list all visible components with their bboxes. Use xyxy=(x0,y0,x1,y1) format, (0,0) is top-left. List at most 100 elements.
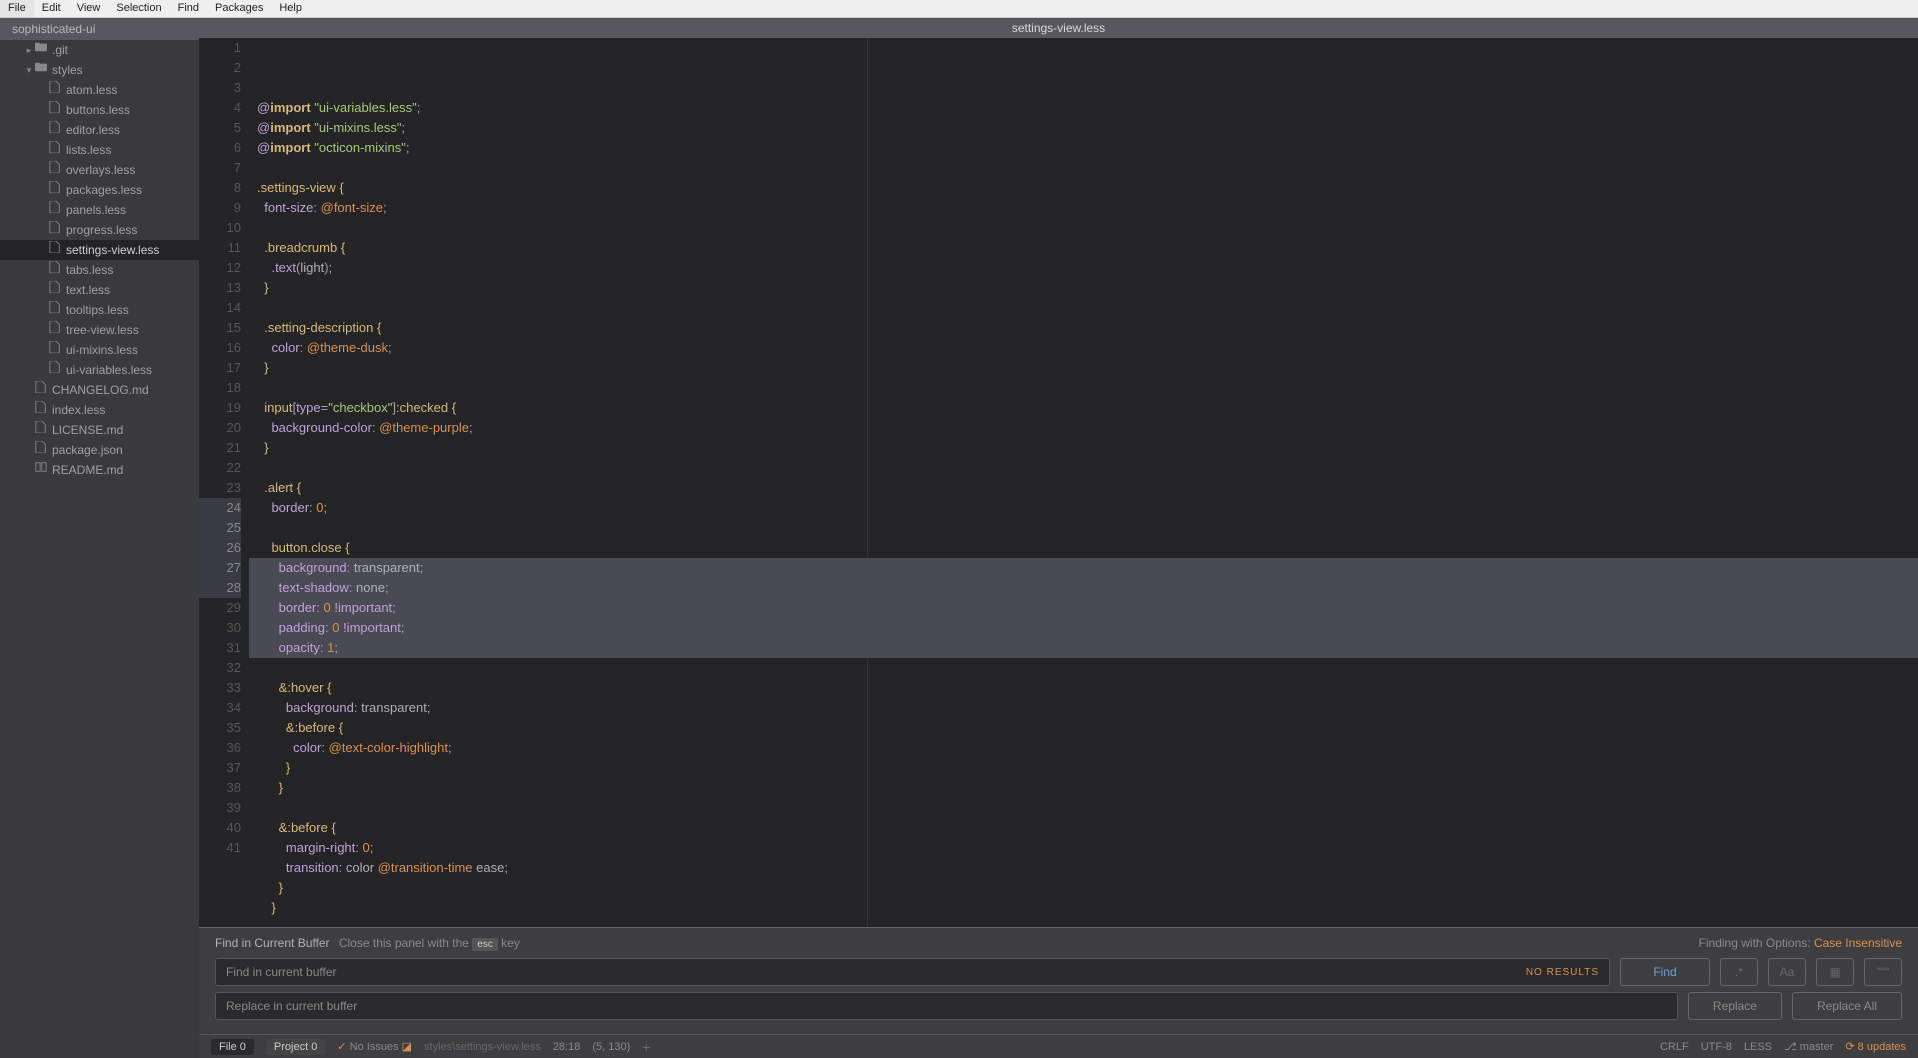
grammar[interactable]: LESS xyxy=(1744,1041,1772,1053)
line-number[interactable]: 14 xyxy=(199,298,241,318)
menu-find[interactable]: Find xyxy=(170,0,207,17)
line-number[interactable]: 27 xyxy=(199,558,241,578)
encoding[interactable]: UTF-8 xyxy=(1701,1041,1732,1053)
line-number[interactable]: 35 xyxy=(199,718,241,738)
code-line[interactable]: text-shadow: none; xyxy=(249,578,1918,598)
line-number[interactable]: 6 xyxy=(199,138,241,158)
replace-all-button[interactable]: Replace All xyxy=(1792,992,1902,1020)
code-line[interactable] xyxy=(249,218,1918,238)
code-line[interactable]: .breadcrumb { xyxy=(249,238,1918,258)
regex-toggle[interactable]: .* xyxy=(1720,958,1758,986)
git-branch[interactable]: ⎇ master xyxy=(1784,1040,1833,1053)
tree-file[interactable]: packages.less xyxy=(0,180,199,200)
find-input[interactable]: Find in current buffer NO RESULTS xyxy=(215,958,1610,986)
line-number[interactable]: 34 xyxy=(199,698,241,718)
code-line[interactable]: margin-right: 0; xyxy=(249,838,1918,858)
tree-file[interactable]: README.md xyxy=(0,460,199,480)
line-number[interactable]: 16 xyxy=(199,338,241,358)
code-line[interactable]: &:before { xyxy=(249,718,1918,738)
tree-file[interactable]: buttons.less xyxy=(0,100,199,120)
menu-packages[interactable]: Packages xyxy=(207,0,271,17)
menu-file[interactable]: File xyxy=(0,0,34,17)
line-number[interactable]: 3 xyxy=(199,78,241,98)
find-button[interactable]: Find xyxy=(1620,958,1710,986)
updates-badge[interactable]: ⟳ 8 updates xyxy=(1845,1040,1906,1053)
code-line[interactable]: background: transparent; xyxy=(249,558,1918,578)
line-number[interactable]: 29 xyxy=(199,598,241,618)
line-number[interactable]: 25 xyxy=(199,518,241,538)
code-line[interactable]: } xyxy=(249,438,1918,458)
line-number[interactable]: 28 xyxy=(199,578,241,598)
line-number[interactable]: 11 xyxy=(199,238,241,258)
case-toggle[interactable]: Aa xyxy=(1768,958,1806,986)
line-number[interactable]: 41 xyxy=(199,838,241,858)
line-number[interactable]: 20 xyxy=(199,418,241,438)
tree-file[interactable]: lists.less xyxy=(0,140,199,160)
code-line[interactable]: border: 0; xyxy=(249,498,1918,518)
cursor-position[interactable]: 28:18 xyxy=(553,1041,581,1053)
file-tree-sidebar[interactable]: sophisticated-ui ▸.git▾stylesatom.lessbu… xyxy=(0,18,199,1058)
code-line[interactable]: border: 0 !important; xyxy=(249,598,1918,618)
line-number[interactable]: 23 xyxy=(199,478,241,498)
line-number[interactable]: 13 xyxy=(199,278,241,298)
line-number[interactable]: 33 xyxy=(199,678,241,698)
code-line[interactable]: background: transparent; xyxy=(249,698,1918,718)
menu-help[interactable]: Help xyxy=(271,0,310,17)
tree-file[interactable]: panels.less xyxy=(0,200,199,220)
code-line[interactable]: .alert { xyxy=(249,478,1918,498)
menu-selection[interactable]: Selection xyxy=(108,0,169,17)
line-number[interactable]: 12 xyxy=(199,258,241,278)
tree-file[interactable]: ui-variables.less xyxy=(0,360,199,380)
line-number[interactable]: 36 xyxy=(199,738,241,758)
tree-file[interactable]: progress.less xyxy=(0,220,199,240)
code-line[interactable]: @import "octicon-mixins"; xyxy=(249,138,1918,158)
replace-input[interactable]: Replace in current buffer xyxy=(215,992,1678,1020)
code-line[interactable]: &:hover { xyxy=(249,678,1918,698)
code-line[interactable]: @import "ui-mixins.less"; xyxy=(249,118,1918,138)
tree-folder[interactable]: ▸.git xyxy=(0,40,199,60)
tab-active[interactable]: settings-view.less xyxy=(1012,21,1105,35)
menu-view[interactable]: View xyxy=(69,0,109,17)
tree-file[interactable]: overlays.less xyxy=(0,160,199,180)
deprecation-file[interactable]: File 0 xyxy=(211,1039,254,1055)
line-number[interactable]: 7 xyxy=(199,158,241,178)
code-line[interactable] xyxy=(249,798,1918,818)
line-number[interactable]: 10 xyxy=(199,218,241,238)
code-line[interactable]: @import "ui-variables.less"; xyxy=(249,98,1918,118)
code-line[interactable] xyxy=(249,658,1918,678)
tree-file[interactable]: settings-view.less xyxy=(0,240,199,260)
line-number[interactable]: 4 xyxy=(199,98,241,118)
line-number[interactable]: 31 xyxy=(199,638,241,658)
tree-folder[interactable]: ▾styles xyxy=(0,60,199,80)
tree-file[interactable]: index.less xyxy=(0,400,199,420)
line-number[interactable]: 22 xyxy=(199,458,241,478)
code-line[interactable]: padding: 0 !important; xyxy=(249,618,1918,638)
code-editor[interactable]: 1234567891011121314151617181920212223242… xyxy=(199,38,1918,927)
tree-file[interactable]: editor.less xyxy=(0,120,199,140)
line-ending[interactable]: CRLF xyxy=(1660,1041,1689,1053)
code-line[interactable] xyxy=(249,298,1918,318)
line-number[interactable]: 18 xyxy=(199,378,241,398)
tree-file[interactable]: CHANGELOG.md xyxy=(0,380,199,400)
deprecation-project[interactable]: Project 0 xyxy=(266,1039,325,1055)
line-number[interactable]: 1 xyxy=(199,38,241,58)
line-number[interactable]: 37 xyxy=(199,758,241,778)
line-number[interactable]: 26 xyxy=(199,538,241,558)
code-line[interactable]: font-size: @font-size; xyxy=(249,198,1918,218)
whole-word-toggle[interactable]: "“" xyxy=(1864,958,1902,986)
code-line[interactable]: } xyxy=(249,278,1918,298)
line-number[interactable]: 21 xyxy=(199,438,241,458)
add-cursor-icon[interactable]: + xyxy=(642,1039,650,1055)
selection-count[interactable]: (5, 130) xyxy=(592,1041,630,1053)
file-path[interactable]: styles\settings-view.less xyxy=(424,1041,541,1053)
code-line[interactable]: background-color: @theme-purple; xyxy=(249,418,1918,438)
line-number[interactable]: 9 xyxy=(199,198,241,218)
code-line[interactable] xyxy=(249,518,1918,538)
line-number[interactable]: 38 xyxy=(199,778,241,798)
project-root[interactable]: sophisticated-ui xyxy=(0,18,199,40)
tree-file[interactable]: text.less xyxy=(0,280,199,300)
code-line[interactable]: opacity: 1; xyxy=(249,638,1918,658)
line-number[interactable]: 39 xyxy=(199,798,241,818)
code-line[interactable] xyxy=(249,378,1918,398)
line-number[interactable]: 15 xyxy=(199,318,241,338)
